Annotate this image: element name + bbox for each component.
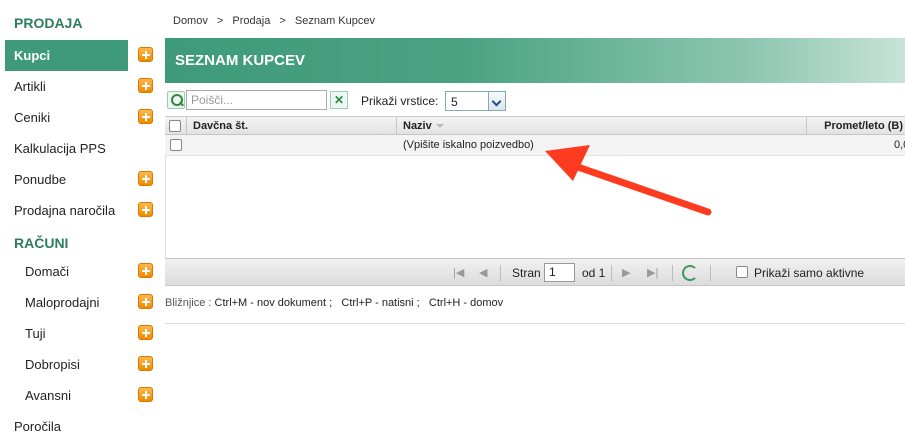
shortcuts: Bližnjice : Ctrl+M - nov dokument ; Ctrl… (165, 297, 503, 309)
plus-icon[interactable] (138, 387, 153, 402)
column-header-name[interactable]: Naziv (397, 117, 807, 135)
pager-divider (500, 265, 501, 281)
sidebar-item-ceniki[interactable]: Ceniki (5, 102, 128, 133)
cell-name: (Vpišite iskalno poizvedbo) (403, 139, 534, 151)
prev-page-icon[interactable]: ◀ (479, 267, 487, 279)
last-page-icon[interactable]: ▶| (647, 267, 658, 279)
pager-divider (672, 265, 673, 281)
clear-icon[interactable]: ✕ (330, 91, 348, 109)
sidebar-item-porocila[interactable]: Poročila (5, 411, 128, 438)
breadcrumb-separator: > (279, 15, 286, 27)
plus-icon[interactable] (138, 47, 153, 62)
page-of-label: od 1 (582, 266, 606, 280)
plus-icon[interactable] (138, 78, 153, 93)
rows-select-value: 5 (451, 95, 458, 109)
column-header-tax[interactable]: Davčna št. (187, 117, 397, 135)
sidebar-item-ponudbe[interactable]: Ponudbe (5, 164, 128, 195)
section-title-sales: PRODAJA (14, 15, 83, 31)
breadcrumb-prodaja[interactable]: Prodaja (232, 15, 270, 27)
plus-icon[interactable] (138, 263, 153, 278)
select-all-cell (165, 117, 187, 135)
sidebar-item-domaci[interactable]: Domači (5, 256, 128, 287)
plus-icon[interactable] (138, 171, 153, 186)
search-icon[interactable] (167, 91, 185, 109)
chevron-down-icon[interactable] (488, 92, 505, 110)
breadcrumb: Domov > Prodaja > Seznam Kupcev (173, 15, 381, 27)
sidebar-item-maloprodajni[interactable]: Maloprodajni (5, 287, 128, 318)
column-header-name-label: Naziv (403, 120, 432, 132)
sidebar: PRODAJA Kupci Artikli Ceniki Kalkulacija… (0, 0, 160, 438)
rows-select[interactable]: 5 (445, 91, 506, 111)
sidebar-item-dobropisi[interactable]: Dobropisi (5, 349, 128, 380)
sidebar-item-kupci[interactable]: Kupci (5, 40, 128, 71)
select-all-checkbox[interactable] (169, 120, 181, 132)
sidebar-item-prodajna-narocila[interactable]: Prodajna naročila (5, 195, 128, 226)
row-checkbox[interactable] (170, 139, 182, 151)
search-input[interactable] (186, 90, 327, 110)
divider (165, 323, 905, 324)
active-only-checkbox[interactable] (736, 266, 748, 278)
breadcrumb-current: Seznam Kupcev (294, 15, 375, 27)
active-only-label: Prikaži samo aktivne (754, 266, 865, 280)
plus-icon[interactable] (138, 202, 153, 217)
pager: |◀ ◀ Stran 1 od 1 ▶ ▶| Prikaži samo akti… (165, 258, 905, 286)
section-title-accounts: RAČUNI (14, 235, 69, 251)
breadcrumb-home[interactable]: Domov (173, 15, 208, 27)
sort-icon (435, 124, 444, 129)
pager-divider (611, 265, 612, 281)
plus-icon[interactable] (138, 109, 153, 124)
plus-icon[interactable] (138, 325, 153, 340)
plus-icon[interactable] (138, 356, 153, 371)
breadcrumb-separator: > (216, 15, 224, 27)
plus-icon[interactable] (138, 294, 153, 309)
grid-header: Davčna št. Naziv Promet/leto (B) (165, 117, 905, 135)
sidebar-item-kalkulacija[interactable]: Kalkulacija PPS (5, 133, 128, 164)
page-header: SEZNAM KUPCEV (165, 38, 905, 83)
rows-label: Prikaži vrstice: (361, 94, 439, 108)
first-page-icon[interactable]: |◀ (453, 267, 464, 279)
page-label: Stran (512, 266, 541, 280)
column-header-turnover[interactable]: Promet/leto (B) (807, 117, 905, 135)
shortcuts-label: Bližnjice : (165, 297, 212, 309)
customer-grid: Davčna št. Naziv Promet/leto (B) (Vpišit… (165, 116, 905, 259)
page-title: SEZNAM KUPCEV (175, 52, 306, 69)
sidebar-item-tuji[interactable]: Tuji (5, 318, 128, 349)
next-page-icon[interactable]: ▶ (622, 267, 630, 279)
refresh-icon[interactable] (682, 265, 698, 281)
grid-empty-area (165, 156, 905, 259)
table-row[interactable]: (Vpišite iskalno poizvedbo) 0,0 (165, 135, 905, 156)
sidebar-item-artikli[interactable]: Artikli (5, 71, 128, 102)
page-input[interactable]: 1 (544, 263, 575, 282)
sidebar-item-avansni[interactable]: Avansni (5, 380, 128, 411)
pager-divider (710, 265, 711, 281)
shortcuts-list: Ctrl+M - nov dokument ; Ctrl+P - natisni… (214, 297, 504, 309)
cell-turnover: 0,0 (894, 139, 905, 151)
